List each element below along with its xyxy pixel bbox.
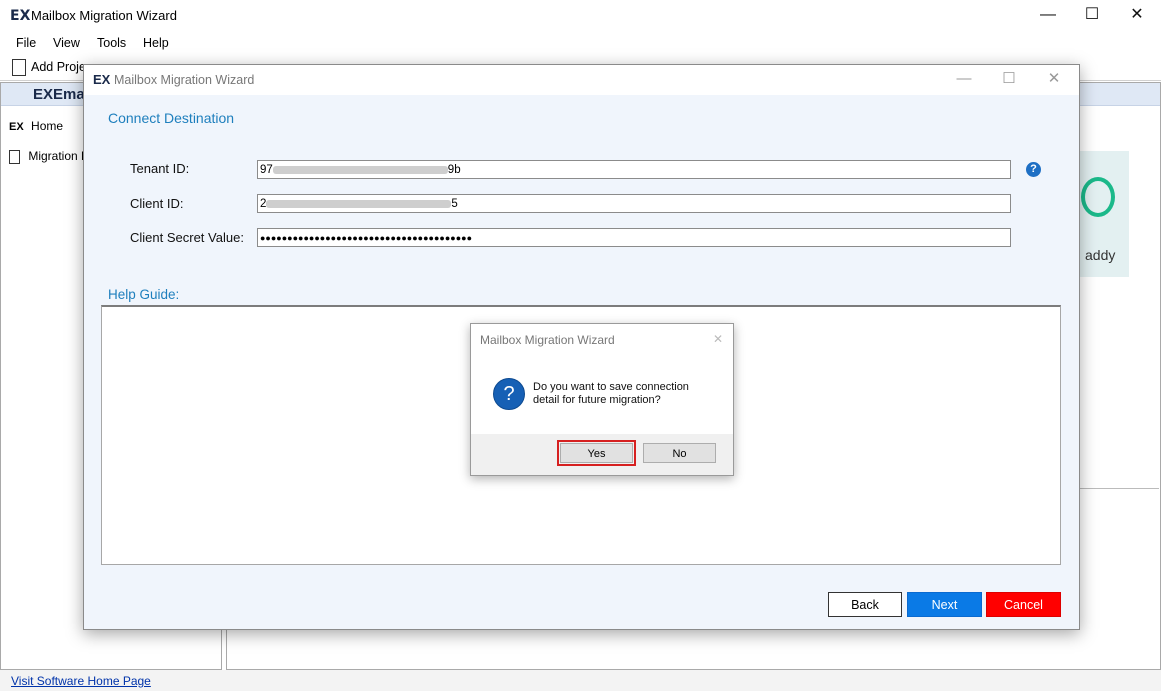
nav-home-label: Home (31, 119, 64, 133)
client-secret-field[interactable]: ●●●●●●●●●●●●●●●●●●●●●●●●●●●●●●●●●●●●●●● (257, 228, 1011, 247)
confirm-close-icon[interactable]: ✕ (713, 332, 723, 346)
tenant-id-field[interactable]: 97 9b (257, 160, 1011, 179)
close-button[interactable]: ✕ (1114, 0, 1160, 30)
client-secret-value: ●●●●●●●●●●●●●●●●●●●●●●●●●●●●●●●●●●●●●●● (260, 233, 473, 243)
main-title-bar: EX Mailbox Migration Wizard — ☐ ✕ (0, 0, 1161, 32)
home-page-link[interactable]: Visit Software Home Page (11, 674, 151, 688)
dialog-maximize-button[interactable]: ☐ (986, 65, 1032, 93)
minimize-button[interactable]: — (1025, 0, 1071, 30)
question-icon: ? (493, 378, 525, 410)
maximize-button[interactable]: ☐ (1069, 0, 1115, 30)
add-project-button[interactable]: Add Proje (31, 60, 86, 74)
dialog-minimize-button[interactable]: — (941, 65, 987, 93)
nav-home[interactable]: EX Home (9, 119, 63, 133)
redacted-text (272, 165, 448, 174)
menu-help[interactable]: Help (143, 36, 169, 50)
ex-logo-icon: EX (9, 121, 24, 133)
godaddy-card[interactable]: addy (1077, 151, 1129, 277)
tenant-id-label: Tenant ID: (130, 161, 190, 176)
back-button[interactable]: Back (828, 592, 902, 617)
tenant-id-start: 97 (260, 164, 273, 176)
cancel-button[interactable]: Cancel (986, 592, 1061, 617)
brand-ex-icon: EX (33, 86, 54, 103)
client-id-label: Client ID: (130, 196, 184, 211)
next-button[interactable]: Next (907, 592, 982, 617)
menu-view[interactable]: View (53, 36, 80, 50)
godaddy-logo-icon (1081, 177, 1115, 217)
help-guide-label: Help Guide: (108, 287, 180, 302)
brand-label: Ema (53, 86, 85, 103)
dialog-title: Mailbox Migration Wizard (114, 73, 255, 87)
confirm-dialog-title: Mailbox Migration Wizard (480, 333, 615, 347)
document-icon (9, 149, 20, 164)
help-icon[interactable]: ? (1026, 162, 1041, 177)
tenant-id-end: 9b (447, 164, 461, 176)
yes-button[interactable]: Yes (557, 440, 636, 466)
godaddy-label: addy (1085, 247, 1116, 263)
dialog-logo-icon: EX (93, 72, 111, 87)
section-title: Connect Destination (108, 110, 235, 126)
confirm-dialog: Mailbox Migration Wizard ✕ ? Do you want… (470, 323, 734, 476)
add-project-icon (12, 59, 26, 76)
nav-migration-projects[interactable]: Migration Pr (9, 149, 93, 164)
status-bar: Visit Software Home Page (0, 670, 1161, 691)
dialog-close-button[interactable]: ✕ (1031, 65, 1077, 93)
client-id-field[interactable]: 25 (257, 194, 1011, 213)
confirm-dialog-footer: Yes No (471, 434, 733, 475)
divider (1077, 488, 1159, 489)
app-title: Mailbox Migration Wizard (31, 8, 177, 23)
menu-tools[interactable]: Tools (97, 36, 126, 50)
menu-bar: File View Tools Help (0, 32, 1161, 54)
redacted-text (266, 199, 452, 208)
client-id-end: 5 (451, 198, 458, 210)
no-button[interactable]: No (643, 443, 716, 463)
client-secret-label: Client Secret Value: (130, 230, 244, 245)
app-logo-icon: EX (10, 8, 31, 24)
confirm-message: Do you want to save connection detail fo… (533, 381, 689, 406)
dialog-title-bar: EX Mailbox Migration Wizard — ☐ ✕ (84, 65, 1079, 95)
menu-file[interactable]: File (16, 36, 36, 50)
